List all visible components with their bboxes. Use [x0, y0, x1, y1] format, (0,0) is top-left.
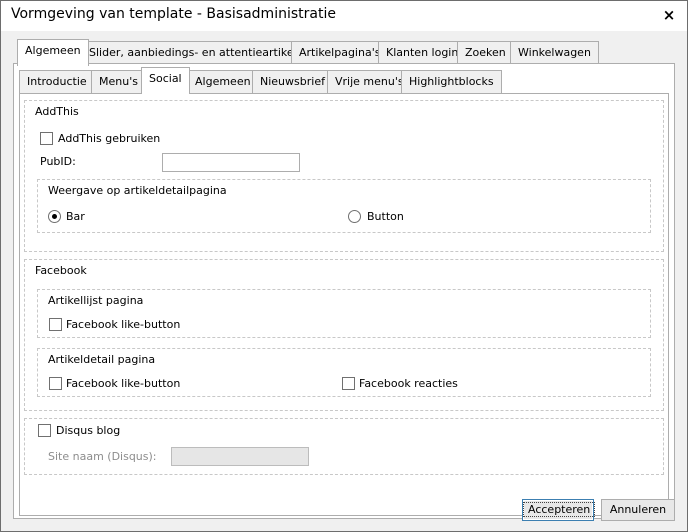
addthis-use-checkbox[interactable] — [40, 132, 53, 145]
tab-label: Nieuwsbrief — [260, 75, 325, 88]
weergave-group: Weergave op artikeldetailpagina Bar Butt… — [37, 179, 651, 233]
artikellijst-group: Artikellijst pagina Facebook like-button — [37, 289, 651, 338]
weergave-bar-radio[interactable] — [48, 210, 61, 223]
weergave-group-title: Weergave op artikeldetailpagina — [48, 184, 227, 197]
pubid-input[interactable] — [162, 153, 300, 172]
algemeen-tab-panel: Introductie Menu's Social Algemeen Nieuw… — [13, 63, 675, 519]
list-facebook-like-checkbox[interactable] — [49, 318, 62, 331]
dialog-client: Algemeen Slider, aanbiedings- en attenti… — [2, 31, 686, 531]
close-icon[interactable]: × — [659, 5, 679, 25]
tab-winkelwagen[interactable]: Winkelwagen — [510, 41, 599, 65]
subtab-vrije-menus[interactable]: Vrije menu's — [327, 70, 412, 94]
disqus-group: Disqus blog Site naam (Disqus): — [24, 418, 664, 475]
disqus-site-input[interactable] — [171, 447, 309, 466]
subtab-menus[interactable]: Menu's — [91, 70, 146, 94]
pubid-label: PubID: — [40, 155, 76, 168]
tab-zoeken[interactable]: Zoeken — [457, 41, 514, 65]
weergave-bar-label: Bar — [66, 210, 85, 223]
window-title: Vormgeving van template - Basisadministr… — [11, 6, 336, 22]
tab-label: Vrije menu's — [335, 75, 404, 88]
tab-label: Highlightblocks — [409, 75, 494, 88]
tab-label: Winkelwagen — [518, 46, 591, 59]
detail-facebook-like-label: Facebook like-button — [66, 377, 181, 390]
cancel-button-label: Annuleren — [609, 503, 667, 516]
tab-artikelpaginas[interactable]: Artikelpagina's — [291, 41, 389, 65]
artikeldetail-group-title: Artikeldetail pagina — [48, 353, 156, 366]
weergave-button-radio[interactable] — [348, 210, 361, 223]
tab-klanten-login[interactable]: Klanten login — [378, 41, 467, 65]
addthis-group: AddThis AddThis gebruiken PubID: Weergav… — [24, 100, 664, 252]
facebook-group: Facebook Artikellijst pagina Facebook li… — [24, 259, 664, 411]
tab-label: Algemeen — [195, 75, 251, 88]
tab-algemeen[interactable]: Algemeen — [17, 39, 89, 66]
cancel-button[interactable]: Annuleren — [601, 499, 675, 521]
dialog-window: Vormgeving van template - Basisadministr… — [0, 0, 688, 532]
addthis-use-label: AddThis gebruiken — [58, 132, 161, 145]
tab-label: Social — [149, 72, 182, 85]
tab-label: Menu's — [99, 75, 138, 88]
title-bar[interactable]: Vormgeving van template - Basisadministr… — [1, 1, 687, 31]
accept-button[interactable]: Accepteren — [522, 499, 596, 521]
subtab-introductie[interactable]: Introductie — [19, 70, 95, 94]
weergave-button-label: Button — [367, 210, 404, 223]
subtab-algemeen[interactable]: Algemeen — [187, 70, 259, 94]
list-facebook-like-label: Facebook like-button — [66, 318, 181, 331]
detail-facebook-reacties-checkbox[interactable] — [342, 377, 355, 390]
tab-slider[interactable]: Slider, aanbiedings- en attentieartikele… — [81, 41, 319, 65]
social-tab-panel: AddThis AddThis gebruiken PubID: Weergav… — [19, 93, 669, 516]
detail-facebook-reacties-label: Facebook reacties — [359, 377, 458, 390]
artikellijst-group-title: Artikellijst pagina — [48, 294, 144, 307]
detail-facebook-like-checkbox[interactable] — [49, 377, 62, 390]
tab-label: Klanten login — [386, 46, 459, 59]
artikeldetail-group: Artikeldetail pagina Facebook like-butto… — [37, 348, 651, 397]
tab-label: Introductie — [27, 75, 87, 88]
tab-label: Slider, aanbiedings- en attentieartikele… — [89, 46, 311, 59]
disqus-blog-checkbox[interactable] — [38, 424, 51, 437]
subtab-highlightblocks[interactable]: Highlightblocks — [401, 70, 502, 94]
disqus-site-label: Site naam (Disqus): — [48, 450, 157, 463]
disqus-blog-label: Disqus blog — [56, 424, 121, 437]
accept-button-label: Accepteren — [523, 502, 596, 517]
tab-label: Algemeen — [25, 44, 81, 57]
facebook-group-title: Facebook — [35, 264, 87, 277]
subtab-nieuwsbrief[interactable]: Nieuwsbrief — [252, 70, 333, 94]
tab-label: Artikelpagina's — [299, 46, 381, 59]
subtab-social[interactable]: Social — [141, 67, 190, 94]
tab-label: Zoeken — [465, 46, 506, 59]
addthis-group-title: AddThis — [35, 105, 79, 118]
